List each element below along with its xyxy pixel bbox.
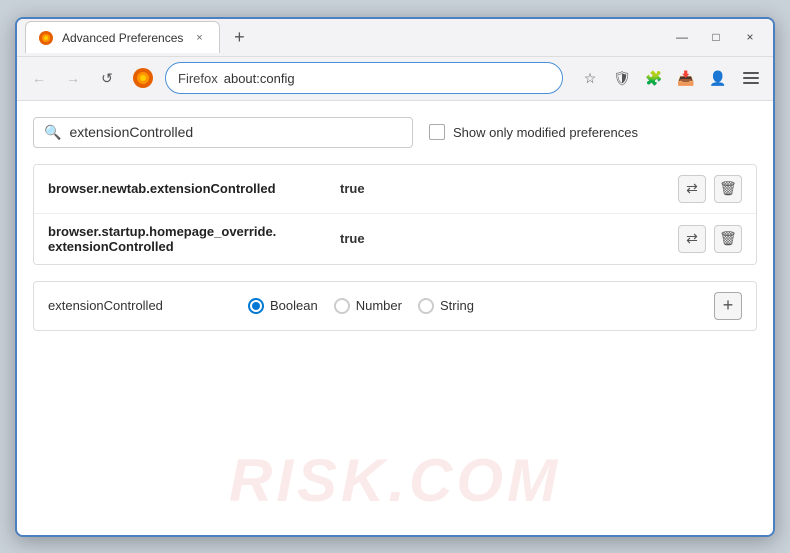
firefox-tab-icon [38, 30, 54, 46]
delete-button[interactable]: 🗑 [714, 225, 742, 253]
new-pref-name: extensionControlled [48, 298, 228, 313]
pref-name-multiline: browser.startup.homepage_override. exten… [48, 224, 328, 254]
shield-icon[interactable]: 🛡 [609, 65, 635, 91]
new-tab-button[interactable]: + [226, 24, 252, 50]
delete-icon: 🗑 [719, 230, 737, 247]
reset-button[interactable]: ⇄ [678, 225, 706, 253]
address-bar[interactable]: Firefox about:config [165, 62, 563, 94]
tab-title: Advanced Preferences [62, 31, 183, 45]
pocket-icon[interactable]: 📥 [673, 65, 699, 91]
pref-actions: ⇄ 🗑 [678, 225, 742, 253]
radio-string-circle [418, 298, 434, 314]
radio-number-circle [334, 298, 350, 314]
tab-close-button[interactable]: × [191, 30, 207, 46]
url-display: about:config [224, 71, 295, 86]
reset-button[interactable]: ⇄ [678, 175, 706, 203]
radio-boolean[interactable]: Boolean [248, 298, 318, 314]
browser-label: Firefox [178, 71, 218, 86]
search-row: 🔍 Show only modified preferences [33, 117, 757, 148]
add-preference-button[interactable]: + [714, 292, 742, 320]
account-icon[interactable]: 👤 [705, 65, 731, 91]
browser-tab[interactable]: Advanced Preferences × [25, 21, 220, 53]
minimize-button[interactable]: — [667, 25, 697, 49]
search-icon: 🔍 [44, 124, 61, 141]
table-row: browser.startup.homepage_override. exten… [34, 214, 756, 264]
show-modified-label: Show only modified preferences [453, 125, 638, 140]
radio-boolean-circle [248, 298, 264, 314]
extension-icon[interactable]: 🧩 [641, 65, 667, 91]
bookmark-icon[interactable]: ☆ [577, 65, 603, 91]
maximize-button[interactable]: □ [701, 25, 731, 49]
radio-string[interactable]: String [418, 298, 474, 314]
pref-value: true [340, 231, 666, 246]
page-content: RISK.COM 🔍 Show only modified preference… [17, 101, 773, 535]
radio-boolean-label: Boolean [270, 298, 318, 313]
new-preference-row: extensionControlled Boolean Number Strin… [33, 281, 757, 331]
forward-button[interactable]: → [59, 64, 87, 92]
back-button[interactable]: ← [25, 64, 53, 92]
window-controls: — □ × [667, 25, 765, 49]
show-modified-checkbox[interactable] [429, 124, 445, 140]
firefox-logo [131, 66, 155, 90]
radio-number[interactable]: Number [334, 298, 402, 314]
watermark: RISK.COM [229, 446, 561, 515]
type-radio-group: Boolean Number String [248, 298, 474, 314]
menu-button[interactable] [737, 66, 765, 90]
radio-number-label: Number [356, 298, 402, 313]
nav-bar: ← → ↺ Firefox about:config ☆ 🛡 🧩 📥 👤 [17, 57, 773, 101]
pref-name-line1: browser.startup.homepage_override. [48, 224, 328, 239]
pref-actions: ⇄ 🗑 [678, 175, 742, 203]
pref-name-line2: extensionControlled [48, 239, 328, 254]
table-row: browser.newtab.extensionControlled true … [34, 165, 756, 214]
search-input[interactable] [69, 124, 402, 140]
pref-name: browser.newtab.extensionControlled [48, 181, 328, 196]
reset-icon: ⇄ [686, 230, 698, 247]
search-box[interactable]: 🔍 [33, 117, 413, 148]
browser-window: Advanced Preferences × + — □ × ← → ↺ Fir… [15, 17, 775, 537]
reload-button[interactable]: ↺ [93, 64, 121, 92]
close-button[interactable]: × [735, 25, 765, 49]
pref-value: true [340, 181, 666, 196]
radio-string-label: String [440, 298, 474, 313]
preferences-table: browser.newtab.extensionControlled true … [33, 164, 757, 265]
title-bar: Advanced Preferences × + — □ × [17, 19, 773, 57]
delete-button[interactable]: 🗑 [714, 175, 742, 203]
toolbar-icons: ☆ 🛡 🧩 📥 👤 [577, 65, 765, 91]
show-modified-container: Show only modified preferences [429, 124, 638, 140]
delete-icon: 🗑 [719, 180, 737, 197]
reset-icon: ⇄ [686, 180, 698, 197]
